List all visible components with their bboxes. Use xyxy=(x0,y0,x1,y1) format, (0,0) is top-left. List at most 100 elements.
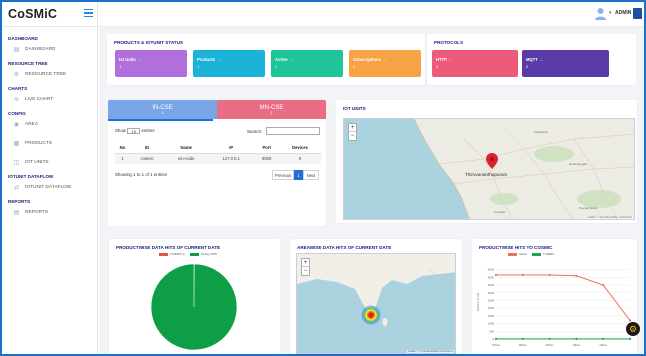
tile-iot-units[interactable]: Iot Units → 1 xyxy=(115,50,187,77)
data-point[interactable] xyxy=(548,337,551,340)
user-avatar-icon[interactable] xyxy=(594,7,607,20)
tile-value: 1 xyxy=(436,64,439,69)
cosmic-hits-line-chart: 0 500 1000 1500 2000 2500 3000 3500 4000 4500 07De… xyxy=(476,268,632,347)
top-bar: ▾ ADMIN xyxy=(98,2,644,27)
legend-swatch xyxy=(508,253,517,256)
x-tick-label: 10Dec xyxy=(572,343,581,347)
sidebar-item-resource-tree[interactable]: ⚙ RESOURCE TREE xyxy=(2,67,97,81)
column-header[interactable]: Port xyxy=(254,142,279,154)
column-header[interactable]: No xyxy=(115,142,130,154)
arrow-right-icon: → xyxy=(216,57,221,62)
previous-page-button[interactable]: Previous xyxy=(272,170,294,180)
pie-slice[interactable] xyxy=(150,263,238,351)
map-attribution: Leaflet | © OpenStreetMap contributors xyxy=(406,350,454,353)
table-cell: 8000 xyxy=(254,153,279,164)
svg-text:Nedumangad: Nedumangad xyxy=(569,162,587,166)
zoom-out-button[interactable]: − xyxy=(349,132,356,140)
sidebar-item-area[interactable]: ◉ AREA xyxy=(2,117,97,131)
table-row[interactable]: 1 cosmic mn-node 127.0.0.1 8000 0 xyxy=(115,153,321,164)
column-header[interactable]: IP xyxy=(208,142,255,154)
admin-label[interactable]: ADMIN xyxy=(615,10,631,16)
iot-units-map[interactable]: Kattakada Nedumangad Kovalam Neyyattinka… xyxy=(343,118,635,220)
map-zoom-control: + − xyxy=(301,258,310,276)
settings-gear-button[interactable]: ⚙ xyxy=(626,322,640,336)
search-label: Search: xyxy=(247,129,263,134)
y-tick-label: 500 xyxy=(489,329,494,333)
arrow-right-icon: → xyxy=(448,57,453,62)
data-point[interactable] xyxy=(521,273,524,277)
heatmap-hotspot xyxy=(361,305,381,325)
sidebar-item-iotunit-dataflow[interactable]: ⇄ IOTUNIT DATAFLOW xyxy=(2,180,97,194)
tile-subscriptions[interactable]: Subscriptions → 1 xyxy=(349,50,421,77)
next-page-button[interactable]: Next xyxy=(303,170,319,180)
logout-icon[interactable] xyxy=(633,8,642,19)
zoom-in-button[interactable]: + xyxy=(302,259,309,267)
map-attribution: Leaflet | © OpenStreetMap contributors xyxy=(585,216,633,219)
cse-tabs: IN-CSE 1 MN-CSE 1 xyxy=(108,100,326,119)
tile-active[interactable]: Active → 1 xyxy=(271,50,343,77)
report-icon: ▤ xyxy=(13,209,20,216)
tile-label: Active xyxy=(275,57,288,62)
map-zoom-control: + − xyxy=(348,123,357,141)
data-point[interactable] xyxy=(521,337,524,340)
data-point[interactable] xyxy=(548,273,551,277)
x-tick-label: 08Dec xyxy=(519,343,528,347)
sidebar-item-label: IOTUNIT DATAFLOW xyxy=(25,184,72,190)
tile-products[interactable]: Products → 1 xyxy=(193,50,265,77)
column-header[interactable]: ID xyxy=(129,142,165,154)
menu-toggle-icon[interactable] xyxy=(84,9,93,19)
zoom-out-button[interactable]: − xyxy=(302,267,309,275)
data-point[interactable] xyxy=(602,283,605,287)
tab-in-cse[interactable]: IN-CSE 1 xyxy=(108,100,217,119)
arrow-right-icon: → xyxy=(539,57,544,62)
table-cell: 1 xyxy=(115,153,130,164)
map-city-label: Thiruvananthapuram xyxy=(465,172,508,177)
map-marker-icon[interactable] xyxy=(486,153,498,169)
data-point[interactable] xyxy=(494,337,498,340)
data-point[interactable] xyxy=(602,337,605,340)
dataflow-icon: ⇄ xyxy=(13,184,20,191)
tab-mn-cse[interactable]: MN-CSE 1 xyxy=(217,100,326,119)
data-point[interactable] xyxy=(575,274,578,277)
svg-text:Kattakada: Kattakada xyxy=(534,130,548,134)
area-hits-map[interactable]: + − Leaflet | © OpenStreetMap contributo… xyxy=(296,253,456,354)
sidebar-item-iot-units[interactable]: ◫ IOT UNITS xyxy=(2,155,97,169)
tile-mqtt[interactable]: MQTT → 0 xyxy=(522,50,609,77)
data-point[interactable] xyxy=(628,337,632,340)
line-legend: testnet TTHERM xyxy=(508,253,554,256)
y-tick-label: 4000 xyxy=(488,275,495,279)
y-tick-label: 1500 xyxy=(488,314,495,318)
tile-value: 0 xyxy=(526,64,529,69)
brand-logo: CoSMiC xyxy=(8,7,58,21)
page-size-select[interactable]: 10 xyxy=(127,128,141,134)
arrow-right-icon: → xyxy=(382,57,387,62)
column-header[interactable]: Devices xyxy=(279,142,321,154)
tile-label: Subscriptions xyxy=(353,57,381,62)
iot-units-title: IOT UNITS xyxy=(343,106,366,111)
arrow-right-icon: → xyxy=(288,57,293,62)
table-cell: mn-node xyxy=(164,153,209,164)
main-content: PRODUCTS & IOTUNIT STATUS Iot Units → 1 … xyxy=(99,27,644,354)
sidebar-item-live-chart[interactable]: ≋ LIVE CHART xyxy=(2,92,97,106)
tile-label: Products xyxy=(197,57,216,62)
legend-label: TTHERM (1) xyxy=(170,253,185,256)
sidebar-item-dashboard[interactable]: ▤ DASHBOARD xyxy=(2,42,97,56)
sidebar-item-reports[interactable]: ▤ REPORTS xyxy=(2,205,97,219)
zoom-in-button[interactable]: + xyxy=(349,124,356,132)
tile-value: 1 xyxy=(353,64,356,69)
chevron-down-icon[interactable]: ▾ xyxy=(609,10,612,16)
page-1-button[interactable]: 1 xyxy=(294,170,303,180)
line-chart-icon: ≋ xyxy=(13,96,20,103)
legend-swatch xyxy=(189,253,199,256)
column-header[interactable]: Name xyxy=(164,142,209,154)
sidebar-item-products[interactable]: ▦ PRODUCTS xyxy=(2,136,97,150)
protocols-card-title: PROTOCOLS xyxy=(434,40,464,45)
tile-http[interactable]: HTTP → 1 xyxy=(432,50,518,77)
products-icon: ▦ xyxy=(13,140,20,147)
sidebar: CoSMiC DASHBOARD ▤ DASHBOARD RESOURCE TR… xyxy=(2,2,98,354)
data-point[interactable] xyxy=(494,273,498,277)
x-tick-label: 09Dec xyxy=(546,343,555,347)
search-input[interactable] xyxy=(266,127,320,135)
area-hits-title: AREAWISE DATA HITS OF CURRENT DATE xyxy=(297,245,392,250)
data-point[interactable] xyxy=(575,337,578,340)
